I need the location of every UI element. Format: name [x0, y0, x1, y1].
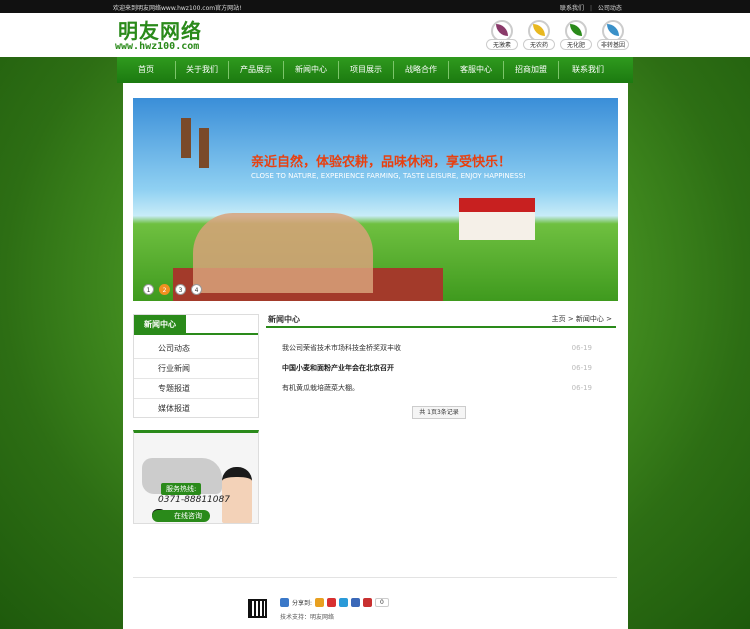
- news-header: 新闻中心 主页 > 新闻中心 >: [266, 314, 616, 328]
- slider-dots: 1 2 3 4: [143, 284, 202, 295]
- breadcrumb[interactable]: 主页 > 新闻中心 >: [552, 314, 612, 324]
- badge-non-gmo: 非转基因: [597, 20, 629, 52]
- footer-divider: [133, 577, 617, 578]
- nav-contact[interactable]: 联系我们: [559, 57, 617, 83]
- share-renren-icon[interactable]: [351, 598, 361, 607]
- share-label: 分享到:: [292, 600, 313, 607]
- share-qzone-icon[interactable]: [315, 598, 325, 607]
- share-bar: 分享到: 0: [280, 598, 389, 607]
- nav-projects[interactable]: 项目展示: [339, 57, 393, 83]
- tech-support: 技术支持：明友网络: [280, 614, 335, 621]
- nav-home[interactable]: 首页: [117, 57, 175, 83]
- nav-about[interactable]: 关于我们: [176, 57, 228, 83]
- logo-url: www.hwz100.com: [115, 41, 200, 52]
- top-link-news[interactable]: 公司动态: [598, 5, 622, 12]
- slide-dot-1[interactable]: 1: [143, 284, 154, 295]
- nav-cooperation[interactable]: 战略合作: [394, 57, 448, 83]
- sidebar-item-industry[interactable]: 行业新闻: [134, 359, 258, 379]
- qr-code-icon: [248, 599, 267, 618]
- nav-news[interactable]: 新闻中心: [284, 57, 338, 83]
- banner-slide[interactable]: 亲近自然，体验农耕，品味休闲，享受快乐！ CLOSE TO NATURE, EX…: [133, 98, 618, 301]
- share-more-icon[interactable]: [363, 598, 373, 607]
- hotline-number: 0371-88811087: [158, 495, 230, 505]
- sidebar-item-media[interactable]: 媒体报道: [134, 399, 258, 419]
- top-link-contact[interactable]: 联系我们: [560, 5, 584, 12]
- sidebar-item-special[interactable]: 专题报道: [134, 379, 258, 399]
- badge-no-hormone: 无激素: [486, 20, 518, 52]
- share-weibo-icon[interactable]: [327, 598, 337, 607]
- badge-no-pesticide: 无农药: [523, 20, 555, 52]
- header: 明友网络 www.hwz100.com 无激素 无农药 无化肥 非转基因: [0, 13, 750, 57]
- windmill-icon: [199, 128, 209, 168]
- slide-dot-4[interactable]: 4: [191, 284, 202, 295]
- share-count: 0: [375, 598, 389, 607]
- banner-slogan-en: CLOSE TO NATURE, EXPERIENCE FARMING, TAS…: [251, 172, 526, 180]
- contact-box: 服务热线: 0371-88811087 在线咨询: [133, 430, 259, 524]
- top-bar: 欢迎来到明友网络www.hwz100.com官方网站! 联系我们 | 公司动态: [0, 0, 750, 13]
- nav-join[interactable]: 招商加盟: [504, 57, 558, 83]
- welcome-text: 欢迎来到明友网络www.hwz100.com官方网站!: [113, 5, 242, 12]
- family-image: [193, 213, 373, 293]
- pagination: 共 1页3条记录: [412, 406, 466, 419]
- news-item[interactable]: 中国小麦和面粉产业年会在北京召开 06-19: [282, 360, 592, 376]
- news-item[interactable]: 有机黄瓜栽培蔬菜大棚。 06-19: [282, 380, 592, 396]
- news-item[interactable]: 我公司荣省技术市场科技金桥奖双丰收 06-19: [282, 340, 592, 356]
- banner-slogan: 亲近自然，体验农耕，品味休闲，享受快乐！: [251, 155, 512, 170]
- share-tencent-icon[interactable]: [339, 598, 349, 607]
- sidebar-item-company[interactable]: 公司动态: [134, 339, 258, 359]
- windmill-icon: [181, 118, 191, 158]
- share-plus-icon[interactable]: [280, 598, 289, 607]
- logo-title[interactable]: 明友网络: [118, 15, 202, 44]
- house-image: [459, 198, 535, 240]
- online-consult-button[interactable]: 在线咨询: [152, 510, 210, 522]
- news-title: 新闻中心: [268, 315, 300, 324]
- hotline-label: 服务热线:: [161, 483, 202, 495]
- nav-products[interactable]: 产品展示: [229, 57, 283, 83]
- main-nav: 首页 关于我们 产品展示 新闻中心 项目展示 战略合作 客服中心 招商加盟 联系…: [117, 57, 633, 83]
- slide-dot-3[interactable]: 3: [175, 284, 186, 295]
- nav-service[interactable]: 客服中心: [449, 57, 503, 83]
- sidebar-title: 新闻中心: [134, 315, 186, 335]
- slide-dot-2[interactable]: 2: [159, 284, 170, 295]
- badge-no-fertilizer: 无化肥: [560, 20, 592, 52]
- sidebar-menu: 新闻中心 公司动态 行业新闻 专题报道 媒体报道: [133, 314, 259, 418]
